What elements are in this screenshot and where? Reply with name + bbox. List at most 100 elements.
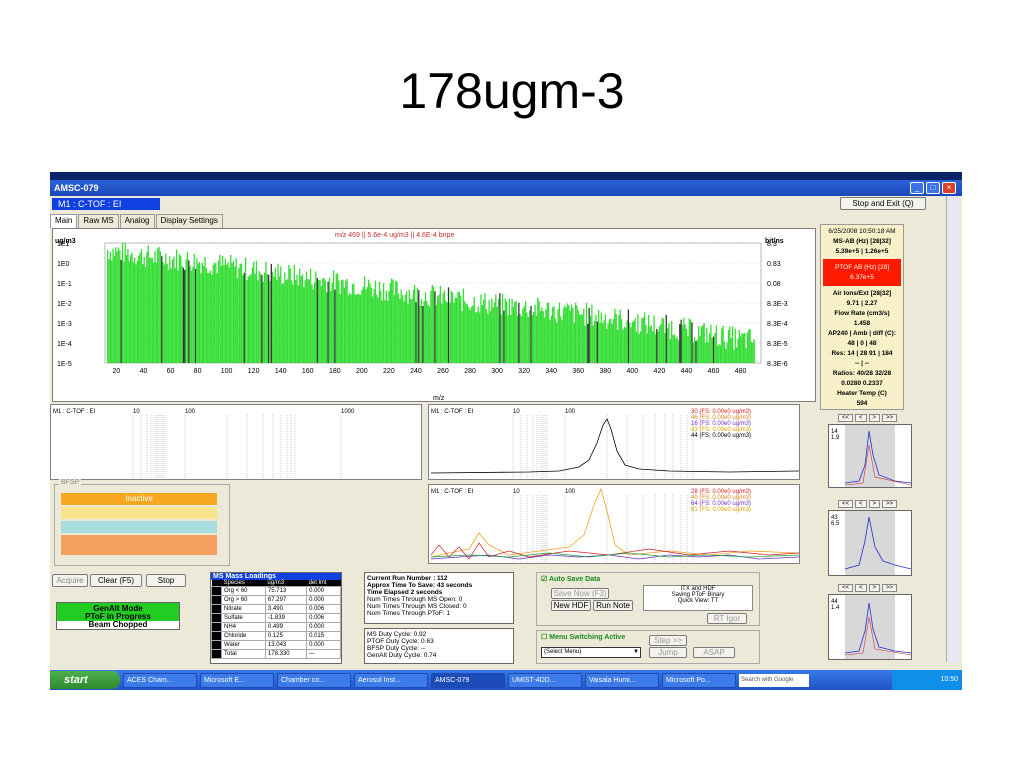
- spectrum-bar: [136, 260, 139, 363]
- task-item[interactable]: Microsoft E...: [200, 672, 274, 688]
- spectrum-bar: [138, 255, 140, 363]
- task-item[interactable]: Microsoft Po...: [662, 672, 736, 688]
- spectrum-bar: [472, 305, 474, 363]
- last-button[interactable]: >>: [882, 414, 898, 422]
- x-tick-label: 40: [140, 368, 148, 375]
- tab-analog[interactable]: Analog: [119, 214, 155, 228]
- spectrum-bar: [332, 270, 335, 363]
- acquire-button[interactable]: Acquire: [52, 574, 88, 587]
- spectrum-bar: [715, 325, 717, 363]
- spectrum-bar: [359, 294, 362, 363]
- tab-display-settings[interactable]: Display Settings: [155, 214, 223, 228]
- heater-label: Heater Temp (C): [837, 390, 887, 397]
- jump-button[interactable]: Jump: [649, 647, 687, 658]
- spectrum-bar: [630, 327, 632, 363]
- spectrum-bar: [506, 301, 508, 363]
- spectrum-bar: [680, 319, 682, 363]
- spectrum-bar: [261, 275, 263, 363]
- spectrum-bar: [665, 314, 667, 363]
- spectrum-bar: [262, 281, 264, 363]
- spectrum-bar: [278, 276, 281, 363]
- next-button[interactable]: >: [868, 414, 881, 422]
- prev-button[interactable]: <: [855, 500, 867, 508]
- ratios-value: 0.0280 0.2337: [841, 380, 883, 387]
- step-button[interactable]: Step >>: [649, 635, 687, 646]
- next-button[interactable]: >: [868, 584, 881, 592]
- spectrum-bar: [393, 294, 396, 363]
- auto-save-checkbox[interactable]: ☑ Auto Save Data: [541, 575, 600, 583]
- flow-label: Flow Rate (cm3/s): [834, 310, 890, 317]
- tab-raw-ms[interactable]: Raw MS: [78, 214, 119, 228]
- save-now-button[interactable]: Save Now (F3): [551, 588, 609, 599]
- minimize-button[interactable]: _: [910, 182, 924, 194]
- spectrum-bar: [346, 278, 348, 363]
- task-item[interactable]: AMSC-079: [431, 672, 505, 688]
- clock: 10:50: [940, 676, 958, 683]
- spectrum-bar: [473, 297, 475, 363]
- spectrum-bar: [526, 312, 528, 363]
- spectrum-bar: [380, 290, 382, 363]
- table-row: Org > 60 67.297 0.000: [211, 595, 341, 605]
- run-note-button[interactable]: Run Note: [593, 600, 633, 611]
- spectrum-bar: [152, 262, 155, 363]
- rt-igor-button[interactable]: RT Igor: [707, 613, 747, 624]
- spectrum-bar: [200, 273, 202, 363]
- mini2-n2: 6.5: [831, 521, 840, 527]
- clear-button[interactable]: Clear (F5): [90, 574, 142, 587]
- last-button[interactable]: >>: [882, 500, 898, 508]
- prev-button[interactable]: <: [855, 414, 867, 422]
- tab-main[interactable]: Main: [50, 214, 78, 228]
- spectrum-bar: [277, 264, 279, 363]
- maximize-button[interactable]: □: [926, 182, 940, 194]
- spectrum-bar: [542, 311, 544, 363]
- new-hdf-button[interactable]: New HDF: [551, 600, 591, 611]
- ptof2-tick-100: 100: [565, 489, 576, 495]
- menu-switch-checkbox[interactable]: ☐ Menu Switching Active: [541, 633, 625, 641]
- spectrum-bar: [596, 321, 598, 363]
- last-button[interactable]: >>: [882, 584, 898, 592]
- spectrum-bar: [422, 306, 424, 363]
- stop-button[interactable]: Stop: [146, 574, 186, 587]
- select-menu-dropdown[interactable]: (Select Menu) ▼: [541, 647, 641, 658]
- stop-exit-button[interactable]: Stop and Exit (Q): [840, 197, 926, 210]
- spectrum-bar: [618, 315, 620, 363]
- spectrum-bar: [689, 319, 692, 363]
- spectrum-bar: [673, 334, 676, 363]
- spectrum-bar: [154, 251, 156, 363]
- slide-title: 178ugm-3: [399, 63, 625, 119]
- task-item[interactable]: ACES Cham...: [123, 672, 197, 688]
- ptof2-label: M1 : C-TOF : EI: [431, 489, 474, 495]
- spectrum-bar: [731, 326, 734, 363]
- spectrum-bar: [568, 305, 570, 363]
- asap-button[interactable]: ASAP: [693, 647, 735, 658]
- first-button[interactable]: <<: [838, 414, 854, 422]
- vertical-scrollbar[interactable]: [946, 196, 960, 662]
- task-item[interactable]: Vaisala Humi...: [585, 672, 659, 688]
- spectrum-bar: [441, 303, 443, 363]
- spectrum-bar: [273, 276, 275, 363]
- ms-loadings-title: MS Mass Loadings: [211, 573, 341, 580]
- spectrum-bar: [376, 294, 378, 363]
- table-row: Sulfate -1.839 0.006: [211, 613, 341, 623]
- close-button[interactable]: ×: [942, 182, 956, 194]
- spectrum-bar: [147, 245, 149, 363]
- prev-button[interactable]: <: [855, 584, 867, 592]
- spectrum-bar: [671, 321, 673, 363]
- first-button[interactable]: <<: [838, 584, 854, 592]
- bfsp-band-3: [61, 521, 217, 533]
- task-item[interactable]: Aerosol Inst...: [354, 672, 428, 688]
- task-item[interactable]: Chamber co...: [277, 672, 351, 688]
- next-button[interactable]: >: [868, 500, 881, 508]
- ptof1-tick-100: 100: [565, 409, 576, 415]
- spectrum-bar: [223, 265, 225, 363]
- start-button[interactable]: start: [50, 671, 120, 689]
- spectrum-bar: [362, 286, 364, 363]
- spectrum-bar: [125, 254, 128, 363]
- spectrum-bar: [681, 325, 684, 363]
- first-button[interactable]: <<: [838, 500, 854, 508]
- spectrum-bar: [553, 306, 555, 363]
- spectrum-bar: [599, 322, 601, 363]
- det-cell: ---: [306, 649, 341, 659]
- task-item[interactable]: UMIST-4DD...: [508, 672, 582, 688]
- search-input[interactable]: Search with Google: [739, 673, 809, 687]
